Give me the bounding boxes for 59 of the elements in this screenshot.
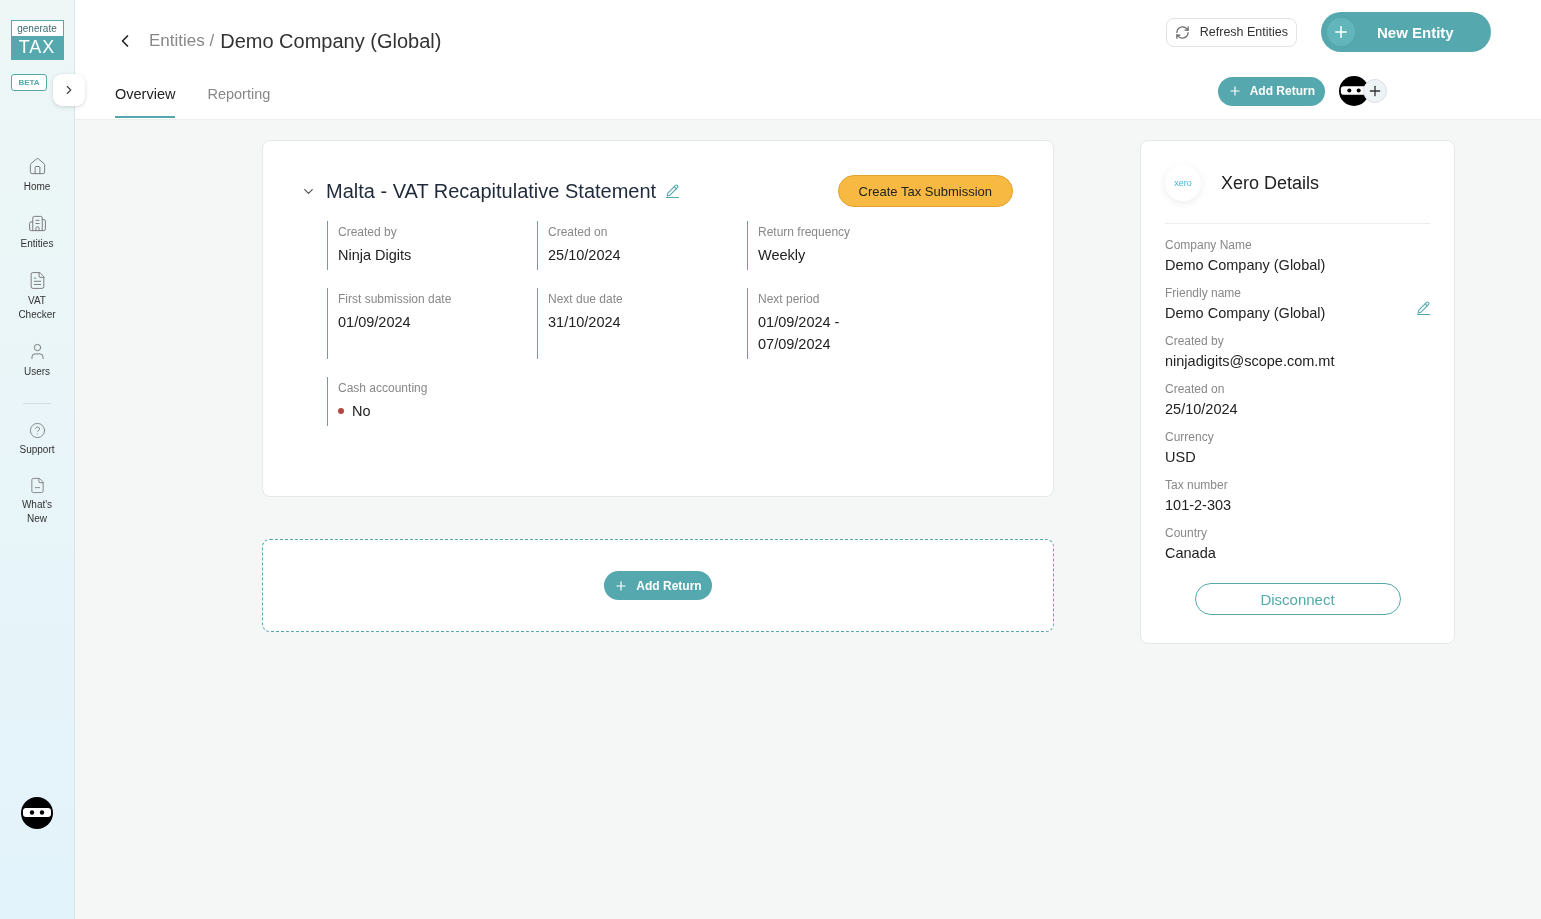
field-label: Next due date [548, 292, 624, 306]
home-icon [27, 157, 47, 176]
plus-icon [1227, 84, 1242, 98]
field-label: Created by [338, 225, 398, 239]
field-label: Currency [1165, 430, 1214, 444]
beta-badge: BETA [11, 74, 47, 91]
field-value: Demo Company (Global) [1165, 305, 1326, 321]
field-label: Company Name [1165, 238, 1253, 252]
field-value: USD [1165, 449, 1197, 465]
nav-item[interactable]: VAT Checker [14, 271, 60, 322]
plus-icon [1327, 18, 1355, 46]
create-submission-button[interactable]: Create Tax Submission [837, 175, 1013, 207]
field-value: Weekly [758, 246, 806, 265]
edit-icon[interactable] [666, 184, 680, 198]
return-title: Malta - VAT Recapitulative Statement [326, 179, 657, 203]
nav-item[interactable]: Home [14, 157, 60, 194]
field-value: ninjadigits@scope.com.mt [1165, 353, 1335, 369]
field-value: Ninja Digits [338, 246, 412, 265]
field-label: Created by [1165, 334, 1225, 348]
field-value: 101-2-303 [1165, 497, 1232, 513]
field-label: First submission date [338, 292, 453, 306]
field-value: 01/09/2024 - 07/09/2024 [758, 313, 841, 354]
avatar [21, 797, 53, 829]
breadcrumb-link[interactable]: Entities / [149, 31, 215, 51]
field-label: Friendly name [1165, 286, 1243, 300]
field-label: Next period [758, 292, 821, 306]
nav-item[interactable]: Users [14, 342, 60, 379]
card-title: Xero Details [1221, 172, 1320, 194]
field-value: 31/10/2024 [548, 313, 621, 332]
field-label: Created on [1165, 382, 1226, 396]
buildings-icon [27, 214, 47, 233]
refresh-button[interactable]: Refresh Entities [1165, 17, 1297, 47]
field-value: No [352, 402, 371, 421]
page-title: Demo Company (Global) [220, 29, 442, 53]
tab[interactable]: Overview [115, 82, 176, 118]
field-value: 25/10/2024 [1165, 401, 1238, 417]
field-value: Demo Company (Global) [1165, 257, 1326, 273]
plus-icon [614, 578, 629, 593]
xero-logo: xero [1165, 165, 1201, 201]
document-icon [28, 477, 46, 494]
field-value: 25/10/2024 [548, 246, 621, 265]
field-value: Canada [1165, 545, 1216, 561]
field-label: Country [1165, 526, 1209, 540]
add-user-button[interactable] [1363, 79, 1387, 103]
field-label: Cash accounting [338, 381, 429, 395]
avatar [1339, 76, 1369, 106]
help-icon [28, 422, 46, 439]
field-value: 01/09/2024 [338, 313, 411, 332]
field-label: Tax number [1165, 478, 1229, 492]
app-logo: generate TAX [10, 20, 64, 60]
nav-item[interactable]: Entities [14, 214, 60, 251]
nav-item[interactable]: What's New [14, 477, 60, 526]
tab[interactable]: Reporting [207, 82, 271, 118]
refresh-icon [1174, 24, 1190, 40]
field-label: Return frequency [758, 225, 852, 239]
field-label: Created on [548, 225, 609, 239]
edit-icon[interactable] [1417, 301, 1430, 315]
nav-item[interactable]: Support [14, 422, 60, 457]
plus-icon [1367, 83, 1383, 99]
